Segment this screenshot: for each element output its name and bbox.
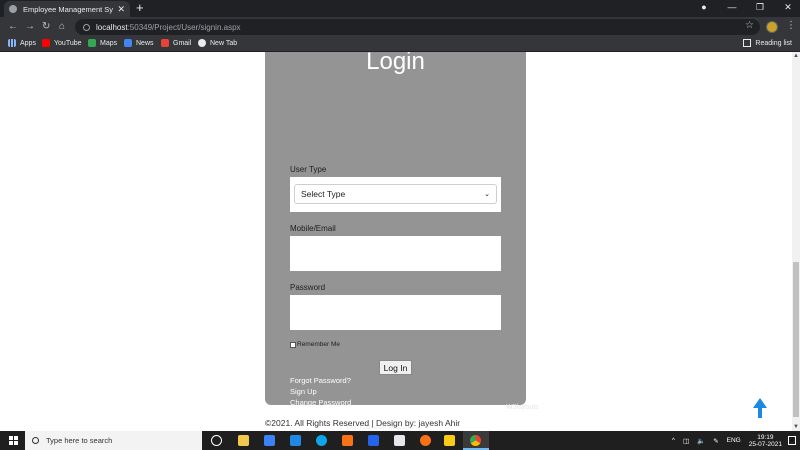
- user-type-label: User Type: [290, 165, 327, 174]
- network-icon[interactable]: ◫: [683, 437, 689, 445]
- user-type-select[interactable]: Select Type ⌄: [294, 184, 497, 204]
- scrollbar-thumb[interactable]: [793, 262, 799, 417]
- globe-icon: [198, 39, 206, 47]
- password-label: Password: [290, 283, 326, 292]
- bookmark-maps[interactable]: Maps: [88, 39, 117, 47]
- clock-date: 25-07-2021: [748, 440, 782, 448]
- clock-time: 19:19: [757, 433, 774, 441]
- reload-icon[interactable]: ↻: [42, 20, 50, 34]
- url-host: localhost: [96, 22, 128, 32]
- taskbar-chrome-active[interactable]: [463, 431, 489, 450]
- news-icon: [124, 39, 132, 47]
- remember-me-label: Remember Me: [297, 341, 340, 348]
- bookmarks-bar: Apps YouTube Maps News Gmail New Tab Rea…: [0, 37, 800, 52]
- page-title: Login: [366, 52, 425, 75]
- minimize-icon[interactable]: —: [726, 2, 738, 13]
- taskbar-search[interactable]: Type here to search: [25, 431, 202, 450]
- url-path: :50349/Project/User/signin.aspx: [127, 22, 241, 32]
- mobile-email-label: Mobile/Email: [290, 224, 336, 233]
- app-icon[interactable]: [444, 435, 455, 446]
- arrow-up-icon[interactable]: [752, 398, 768, 418]
- close-icon[interactable]: ✕: [117, 4, 125, 15]
- globe-icon: [9, 5, 17, 13]
- remember-me-checkbox[interactable]: [290, 341, 296, 348]
- scroll-down-icon[interactable]: ▼: [793, 424, 799, 430]
- system-tray: ^ ◫ 🔈 ✎ ENG 19:19 25-07-2021: [672, 431, 800, 450]
- bookmark-gmail[interactable]: Gmail: [161, 39, 191, 47]
- avatar[interactable]: [766, 21, 778, 33]
- mail-icon[interactable]: [290, 435, 301, 446]
- plus-icon[interactable]: +: [136, 1, 144, 15]
- watermark: W3layouts: [506, 404, 539, 411]
- notification-icon[interactable]: 2: [788, 436, 796, 445]
- more-menu-icon[interactable]: ⋮: [786, 20, 796, 31]
- browser-tab[interactable]: Employee Management System ✕: [4, 1, 130, 17]
- login-card: Login User Type Select Type ⌄ Mobile/Ema…: [265, 52, 526, 431]
- chevron-down-icon: ⌄: [484, 191, 490, 198]
- remember-me: Remember Me: [290, 341, 340, 348]
- firefox-icon[interactable]: [420, 435, 431, 446]
- user-type-container: Select Type ⌄: [290, 177, 501, 212]
- tab-title: Employee Management System: [23, 4, 114, 14]
- cortana-icon[interactable]: [211, 435, 222, 446]
- info-icon[interactable]: [83, 23, 90, 31]
- file-explorer-icon[interactable]: [238, 435, 249, 446]
- taskbar-search-placeholder: Type here to search: [46, 436, 113, 445]
- window-controls: ● — ❐ ✕: [698, 2, 794, 13]
- page-viewport: Login User Type Select Type ⌄ Mobile/Ema…: [0, 52, 800, 431]
- user-type-selected: Select Type: [301, 189, 346, 199]
- shopping-bag-icon[interactable]: [394, 435, 405, 446]
- reading-list-button[interactable]: Reading list: [743, 39, 792, 47]
- sign-up-link[interactable]: Sign Up: [290, 387, 317, 396]
- window-close-icon[interactable]: ✕: [782, 2, 794, 13]
- mobile-email-input[interactable]: [290, 236, 501, 271]
- home-icon[interactable]: ⌂: [59, 20, 65, 34]
- bookmark-new-tab[interactable]: New Tab: [198, 39, 237, 47]
- profile-indicator-icon[interactable]: ●: [698, 2, 710, 13]
- browser-toolbar: ← → ↻ ⌂ localhost:50349/Project/User/sig…: [0, 17, 800, 37]
- bookmark-youtube[interactable]: YouTube: [42, 39, 82, 47]
- change-password-link[interactable]: Change Password: [290, 398, 351, 407]
- browser-tab-bar: Employee Management System ✕ + ● — ❐ ✕: [0, 0, 800, 17]
- scroll-up-icon[interactable]: ▲: [793, 53, 799, 59]
- vlc-icon[interactable]: [342, 435, 353, 446]
- maximize-icon[interactable]: ❐: [754, 2, 766, 13]
- clock[interactable]: 19:19 25-07-2021: [749, 434, 782, 448]
- forgot-password-link[interactable]: Forgot Password?: [290, 376, 351, 385]
- address-bar[interactable]: localhost:50349/Project/User/signin.aspx…: [75, 19, 760, 35]
- search-icon: [32, 437, 39, 444]
- taskbar: Type here to search ^ ◫ 🔈 ✎ ENG 19:19 25…: [0, 431, 800, 450]
- volume-icon[interactable]: 🔈: [697, 437, 705, 445]
- chrome-icon: [470, 435, 481, 446]
- bookmark-apps[interactable]: Apps: [8, 39, 36, 47]
- language-indicator[interactable]: ENG: [727, 437, 741, 444]
- maps-icon: [88, 39, 96, 47]
- star-icon[interactable]: ☆: [745, 20, 754, 31]
- bookmark-news[interactable]: News: [124, 39, 154, 47]
- password-input[interactable]: [290, 295, 501, 330]
- login-button[interactable]: Log In: [379, 360, 412, 375]
- gmail-icon: [161, 39, 169, 47]
- chevron-up-icon[interactable]: ^: [672, 437, 675, 444]
- back-arrow-icon[interactable]: ←: [8, 20, 18, 34]
- store-icon[interactable]: [264, 435, 275, 446]
- scrollbar[interactable]: ▲ ▼: [792, 52, 800, 431]
- edge-icon[interactable]: [316, 435, 327, 446]
- visual-studio-icon[interactable]: [368, 435, 379, 446]
- pen-icon[interactable]: ✎: [713, 437, 718, 445]
- footer-copyright: ©2021. All Rights Reserved | Design by: …: [265, 418, 461, 428]
- apps-grid-icon: [8, 39, 16, 47]
- reading-list-icon: [743, 39, 752, 47]
- windows-start-icon[interactable]: [9, 436, 18, 445]
- forward-arrow-icon[interactable]: →: [25, 20, 35, 34]
- youtube-icon: [42, 39, 50, 47]
